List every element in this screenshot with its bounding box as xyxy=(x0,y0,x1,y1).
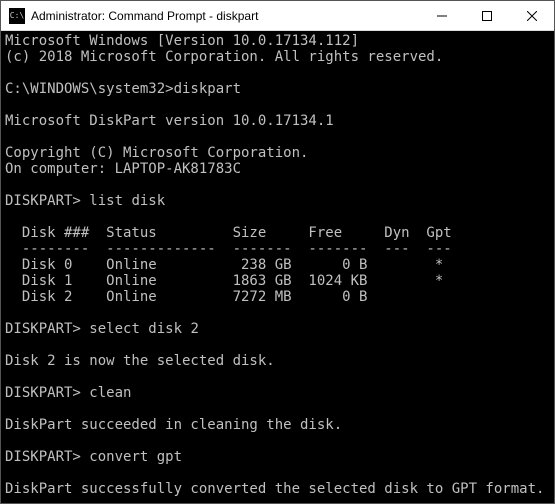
minimize-icon xyxy=(437,11,447,21)
msg-convert-succeeded: DiskPart successfully converted the sele… xyxy=(5,481,544,497)
os-version-line: Microsoft Windows [Version 10.0.17134.11… xyxy=(5,33,359,49)
disk-row-0: Disk 0 Online 238 GB 0 B * xyxy=(5,257,443,273)
copyright-line: (c) 2018 Microsoft Corporation. All righ… xyxy=(5,49,443,65)
cmd-icon: C:\ xyxy=(9,8,25,24)
titlebar: C:\ Administrator: Command Prompt - disk… xyxy=(1,1,554,31)
prompt-path: C:\WINDOWS\system32> xyxy=(5,81,174,97)
msg-clean-succeeded: DiskPart succeeded in cleaning the disk. xyxy=(5,417,342,433)
diskpart-prompt: DISKPART> xyxy=(5,449,89,465)
maximize-icon xyxy=(482,11,492,21)
window-title: Administrator: Command Prompt - diskpart xyxy=(31,9,419,23)
disk-table-header: Disk ### Status Size Free Dyn Gpt xyxy=(5,225,452,241)
diskpart-version-line: Microsoft DiskPart version 10.0.17134.1 xyxy=(5,113,334,129)
diskpart-prompt: DISKPART> xyxy=(5,385,89,401)
computer-name-line: On computer: LAPTOP-AK81783C xyxy=(5,161,241,177)
command-convert-gpt: convert gpt xyxy=(89,449,182,465)
msg-disk-selected: Disk 2 is now the selected disk. xyxy=(5,353,275,369)
diskpart-prompt: DISKPART> xyxy=(5,321,89,337)
close-button[interactable] xyxy=(509,1,554,30)
command-diskpart: diskpart xyxy=(174,81,241,97)
diskpart-copyright-line: Copyright (C) Microsoft Corporation. xyxy=(5,145,308,161)
close-icon xyxy=(527,11,537,21)
command-list-disk: list disk xyxy=(89,193,165,209)
minimize-button[interactable] xyxy=(419,1,464,30)
command-clean: clean xyxy=(89,385,131,401)
command-select-disk: select disk 2 xyxy=(89,321,199,337)
disk-row-2: Disk 2 Online 7272 MB 0 B xyxy=(5,289,367,305)
disk-row-1: Disk 1 Online 1863 GB 1024 KB * xyxy=(5,273,443,289)
maximize-button[interactable] xyxy=(464,1,509,30)
disk-table-rule: -------- ------------- ------- ------- -… xyxy=(5,241,452,257)
terminal-output[interactable]: Microsoft Windows [Version 10.0.17134.11… xyxy=(1,31,554,503)
diskpart-prompt: DISKPART> xyxy=(5,193,89,209)
